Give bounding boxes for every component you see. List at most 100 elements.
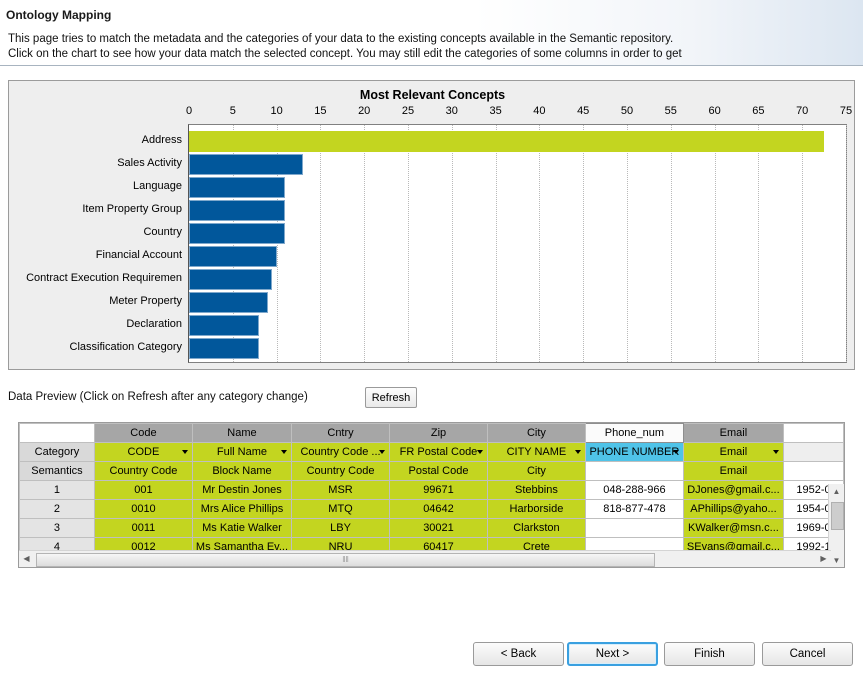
- column-header-extra[interactable]: [783, 424, 843, 443]
- next-button[interactable]: Next >: [567, 642, 658, 666]
- table-row[interactable]: 20010Mrs Alice PhillipsMTQ04642Harborsid…: [20, 500, 844, 519]
- chevron-down-icon[interactable]: [182, 450, 188, 454]
- chart-bar-row[interactable]: [189, 154, 848, 175]
- category-extra-cell: [783, 443, 843, 462]
- column-header-zip[interactable]: Zip: [390, 424, 488, 443]
- chart-bar-row[interactable]: [189, 315, 848, 336]
- refresh-button[interactable]: Refresh: [365, 387, 417, 408]
- chart-bar-financial-account[interactable]: [189, 246, 277, 267]
- table-cell[interactable]: Ms Katie Walker: [192, 519, 291, 538]
- table-cell[interactable]: APhillips@yaho...: [683, 500, 783, 519]
- chart-bar-sales-activity[interactable]: [189, 154, 303, 175]
- table-cell[interactable]: LBY: [292, 519, 390, 538]
- vertical-scrollbar-thumb[interactable]: [831, 502, 844, 530]
- scroll-down-icon[interactable]: ▼: [829, 553, 844, 568]
- page-header: Ontology Mapping This page tries to matc…: [0, 0, 863, 66]
- chart-bar-country[interactable]: [189, 223, 285, 244]
- table-cell[interactable]: 001: [94, 481, 192, 500]
- column-header-code[interactable]: Code: [94, 424, 192, 443]
- table-cell[interactable]: Harborside: [487, 500, 585, 519]
- table-cell[interactable]: 99671: [390, 481, 488, 500]
- table-cell[interactable]: Mrs Alice Phillips: [192, 500, 291, 519]
- semantics-value-city: City: [487, 462, 585, 481]
- chart-bar-label: Sales Activity: [9, 153, 182, 174]
- chart-plot-area[interactable]: [188, 124, 847, 363]
- chart-bar-meter-property[interactable]: [189, 292, 268, 313]
- cancel-button[interactable]: Cancel: [762, 642, 853, 666]
- chart-bar-row[interactable]: [189, 269, 848, 290]
- category-dropdown-cntry[interactable]: Country Code ...: [292, 443, 390, 462]
- data-preview-table[interactable]: CodeNameCntryZipCityPhone_numEmailCatego…: [19, 423, 844, 557]
- chart-bar-row[interactable]: [189, 131, 848, 152]
- chart-bar-address[interactable]: [189, 131, 824, 152]
- table-cell[interactable]: 04642: [390, 500, 488, 519]
- table-cell[interactable]: MSR: [292, 481, 390, 500]
- category-dropdown-name[interactable]: Full Name: [192, 443, 291, 462]
- horizontal-scrollbar-thumb[interactable]: ‖‖: [36, 553, 655, 567]
- category-row: CategoryCODEFull Name Country Code ... FR …: [20, 443, 844, 462]
- chart-bar-row[interactable]: [189, 292, 848, 313]
- table-cell[interactable]: 818-877-478: [585, 500, 683, 519]
- column-header-email[interactable]: Email: [683, 424, 783, 443]
- category-row-label: Category: [20, 443, 95, 462]
- chevron-down-icon[interactable]: [575, 450, 581, 454]
- scroll-right-icon[interactable]: ▶: [816, 551, 831, 566]
- x-axis-tick-60: 60: [708, 105, 720, 117]
- chevron-down-icon[interactable]: [673, 450, 679, 454]
- category-dropdown-zip[interactable]: FR Postal Code: [390, 443, 488, 462]
- category-value: Country Code ...: [300, 446, 380, 458]
- chart-panel[interactable]: Most Relevant Concepts 05101520253035404…: [8, 80, 855, 370]
- chart-bar-row[interactable]: [189, 223, 848, 244]
- table-cell[interactable]: 048-288-966: [585, 481, 683, 500]
- chart-bar-label: Declaration: [9, 314, 182, 335]
- chart-bar-item-property-group[interactable]: [189, 200, 285, 221]
- table-cell[interactable]: MTQ: [292, 500, 390, 519]
- table-cell[interactable]: [585, 519, 683, 538]
- table-cell[interactable]: 30021: [390, 519, 488, 538]
- chevron-down-icon[interactable]: [379, 450, 385, 454]
- back-button[interactable]: < Back: [473, 642, 564, 666]
- chart-bar-row[interactable]: [189, 338, 848, 359]
- table-cell[interactable]: Stebbins: [487, 481, 585, 500]
- table-cell[interactable]: 0011: [94, 519, 192, 538]
- scroll-left-icon[interactable]: ◀: [19, 551, 34, 566]
- chart-bar-row[interactable]: [189, 200, 848, 221]
- data-preview-table-container[interactable]: CodeNameCntryZipCityPhone_numEmailCatego…: [18, 422, 845, 568]
- chart-bar-row[interactable]: [189, 177, 848, 198]
- row-number: 3: [20, 519, 95, 538]
- x-axis-tick-15: 15: [314, 105, 326, 117]
- scroll-up-icon[interactable]: ▲: [829, 484, 844, 499]
- column-header-cntry[interactable]: Cntry: [292, 424, 390, 443]
- row-number: 2: [20, 500, 95, 519]
- chart-bar-declaration[interactable]: [189, 315, 259, 336]
- category-dropdown-phone_num[interactable]: PHONE NUMBER: [585, 443, 683, 462]
- chart-bar-row[interactable]: [189, 246, 848, 267]
- x-axis-tick-10: 10: [270, 105, 282, 117]
- chart-bar-contract-execution-requiremen[interactable]: [189, 269, 272, 290]
- semantics-extra-cell: [783, 462, 843, 481]
- table-row[interactable]: 1001Mr Destin JonesMSR99671Stebbins048-2…: [20, 481, 844, 500]
- table-cell[interactable]: 0010: [94, 500, 192, 519]
- chevron-down-icon[interactable]: [773, 450, 779, 454]
- table-cell[interactable]: Clarkston: [487, 519, 585, 538]
- column-header-city[interactable]: City: [487, 424, 585, 443]
- semantics-value-zip: Postal Code: [390, 462, 488, 481]
- chart-bar-label: Classification Category: [9, 337, 182, 358]
- category-dropdown-city[interactable]: CITY NAME: [487, 443, 585, 462]
- category-dropdown-code[interactable]: CODE: [94, 443, 192, 462]
- chevron-down-icon[interactable]: [281, 450, 287, 454]
- category-value: FR Postal Code: [400, 446, 478, 458]
- table-horizontal-scrollbar[interactable]: ◀ ‖‖ ▶: [19, 550, 831, 567]
- table-row[interactable]: 30011Ms Katie WalkerLBY30021Clarkston KWa…: [20, 519, 844, 538]
- table-cell[interactable]: Mr Destin Jones: [192, 481, 291, 500]
- chart-bar-language[interactable]: [189, 177, 285, 198]
- chart-bar-classification-category[interactable]: [189, 338, 259, 359]
- x-axis-tick-55: 55: [665, 105, 677, 117]
- category-dropdown-email[interactable]: Email: [683, 443, 783, 462]
- column-header-phone_num[interactable]: Phone_num: [585, 424, 683, 443]
- column-header-name[interactable]: Name: [192, 424, 291, 443]
- table-cell[interactable]: KWalker@msn.c...: [683, 519, 783, 538]
- finish-button[interactable]: Finish: [664, 642, 755, 666]
- chevron-down-icon[interactable]: [477, 450, 483, 454]
- table-cell[interactable]: DJones@gmail.c...: [683, 481, 783, 500]
